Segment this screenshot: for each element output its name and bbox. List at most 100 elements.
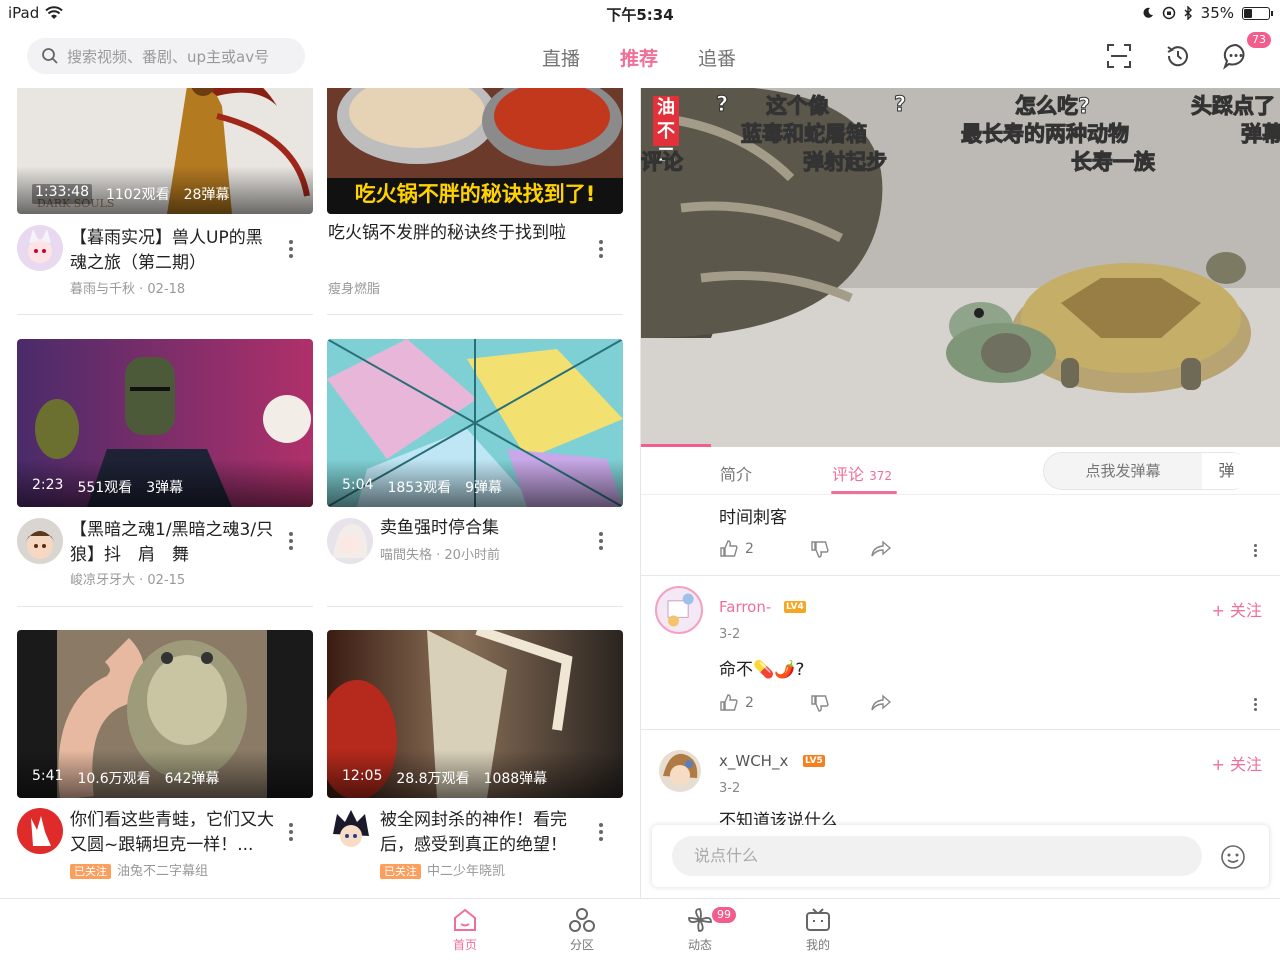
video-thumbnail[interactable]: 5:41 10.6万观看 642弹幕 [17, 630, 313, 798]
tab-live[interactable]: 直播 [542, 44, 580, 71]
video-author[interactable]: 瘦身燃脂 [328, 278, 380, 297]
video-title[interactable]: 被全网封杀的神作！看完后，感受到真正的绝望！ [380, 808, 590, 858]
video-title[interactable]: 【黑暗之魂1/黑暗之魂3/只狼】抖 肩 舞 [70, 518, 275, 568]
emoji-icon[interactable] [1220, 844, 1246, 870]
recommend-feed[interactable]: DARK SOULS 1:33:48 1102观看 28弹幕 【暮雨实况】兽人UP的… [0, 88, 640, 898]
video-thumbnail[interactable]: 2:23 551观看 3弹幕 [17, 339, 313, 507]
video-author[interactable]: 喵間失格 · 20小时前 [380, 544, 500, 563]
comment-date: 3-2 [719, 627, 741, 642]
share-icon[interactable] [870, 539, 892, 559]
tab-comments[interactable]: 评论 372 [832, 461, 892, 485]
dynamic-badge: 99 [712, 907, 736, 923]
video-player[interactable]: 油不二 ? 这个像 ? 蓝毒和蛇屠箱 弹射起步 怎么吃? 最长寿的两种动物 长寿… [641, 88, 1280, 447]
dislike-icon[interactable] [810, 539, 830, 559]
follow-button[interactable]: + 关注 [1212, 597, 1263, 621]
more-options-icon[interactable] [289, 532, 293, 550]
divider [641, 575, 1280, 576]
follow-button[interactable]: + 关注 [1212, 751, 1263, 775]
danmaku-comment: 弹射起步 [803, 150, 888, 175]
danmaku-comment: 评论 [641, 150, 684, 175]
video-author[interactable]: 峻凉牙牙大 · 02-15 [70, 569, 185, 588]
commenter-avatar[interactable] [655, 586, 703, 634]
comment-more-icon[interactable] [1254, 698, 1258, 713]
video-title[interactable]: 吃火锅不发胖的秘诀终于找到啦 [328, 221, 588, 246]
nav-category[interactable]: 分区 [552, 907, 612, 953]
battery-icon [1242, 6, 1273, 20]
comment-count: 372 [869, 469, 893, 483]
send-danmaku-input[interactable]: 点我发弹幕 [1044, 453, 1202, 489]
bottom-navigation: 首页 分区 动态 99 我的 [0, 898, 1280, 960]
video-thumbnail[interactable]: 吃火锅不胖的秘诀找到了! [327, 88, 623, 214]
like-icon[interactable] [719, 693, 739, 713]
followed-badge: 已关注 [70, 864, 111, 879]
commenter-name[interactable]: x_WCH_x [719, 752, 788, 770]
comment-actions: 2 [719, 539, 892, 559]
video-title[interactable]: 你们看这些青蛙，它们又大又圆~跟辆坦克一样！... [70, 808, 280, 858]
video-author[interactable]: 中二少年晓凯 [427, 864, 505, 879]
message-icon[interactable] [1222, 42, 1250, 70]
level-badge: LV5 [803, 755, 825, 767]
followed-badge: 已关注 [380, 864, 421, 879]
danmaku-comment: ? [893, 92, 907, 117]
like-count: 2 [745, 541, 754, 557]
comment-text: 时间刺客 [719, 508, 787, 528]
nav-mine[interactable]: 我的 [788, 907, 848, 953]
avatar[interactable] [327, 518, 373, 564]
tab-intro[interactable]: 简介 [720, 461, 752, 485]
status-bar: iPad 下午5:34 35% [0, 0, 1280, 26]
more-options-icon[interactable] [599, 823, 603, 841]
dynamic-icon [688, 908, 712, 932]
share-icon[interactable] [870, 693, 892, 713]
danmaku-comment: 怎么吃? [1014, 94, 1091, 119]
search-placeholder: 搜索视频、番剧、up主或av号 [67, 47, 270, 66]
danmaku-count: 1088弹幕 [483, 771, 548, 787]
avatar[interactable] [327, 808, 373, 854]
channel-logo: 油不二 [653, 96, 679, 166]
divider [17, 606, 313, 607]
video-thumbnail[interactable]: 5:04 1853观看 9弹幕 [327, 339, 623, 507]
divider [327, 314, 623, 315]
comment-actions: 2 [719, 693, 892, 713]
comment-more-icon[interactable] [1254, 544, 1258, 559]
scan-icon[interactable] [1105, 42, 1133, 70]
video-thumbnail[interactable]: DARK SOULS 1:33:48 1102观看 28弹幕 [17, 88, 313, 214]
video-author-row: 已关注 中二少年晓凯 [380, 860, 505, 879]
avatar[interactable] [17, 518, 63, 564]
level-badge: LV4 [784, 601, 806, 613]
avatar[interactable] [17, 808, 63, 854]
video-author[interactable]: 暮雨与千秋 · 02-18 [70, 278, 185, 297]
video-author[interactable]: 油兔不二字幕组 [117, 864, 208, 879]
more-options-icon[interactable] [289, 823, 293, 841]
commenter-avatar[interactable] [659, 750, 701, 792]
like-count: 2 [745, 695, 754, 711]
video-title[interactable]: 卖鱼强时停合集 [380, 516, 590, 541]
username: x_WCH_x [719, 752, 789, 770]
tab-comments-label: 评论 [832, 465, 865, 484]
danmaku-comment: 蓝毒和蛇屠箱 [741, 122, 868, 147]
avatar[interactable] [17, 225, 63, 271]
video-thumbnail[interactable]: 12:05 28.8万观看 1088弹幕 [327, 630, 623, 798]
commenter-name[interactable]: Farron- [719, 598, 771, 616]
nav-home[interactable]: 首页 [435, 907, 495, 953]
nav-label: 动态 [687, 938, 712, 952]
more-options-icon[interactable] [289, 240, 293, 258]
view-count: 28.8万观看 [396, 771, 470, 787]
tab-bangumi[interactable]: 追番 [698, 44, 736, 71]
more-options-icon[interactable] [599, 532, 603, 550]
like-icon[interactable] [719, 539, 739, 559]
nav-label: 首页 [452, 938, 477, 952]
reply-input[interactable]: 说点什么 [672, 836, 1202, 876]
view-count: 1853观看 [387, 480, 452, 496]
view-count: 10.6万观看 [77, 771, 151, 787]
search-input[interactable]: 搜索视频、番剧、up主或av号 [27, 38, 305, 74]
danmaku-count: 28弹幕 [183, 187, 230, 203]
dislike-icon[interactable] [810, 693, 830, 713]
more-options-icon[interactable] [599, 240, 603, 258]
history-icon[interactable] [1164, 42, 1192, 70]
danmaku-comment: ? [715, 92, 729, 117]
view-count: 551观看 [77, 480, 133, 496]
comment-text: 命不💊🌶️? [719, 660, 805, 680]
tab-recommend[interactable]: 推荐 [620, 44, 658, 71]
video-title[interactable]: 【暮雨实况】兽人UP的黑魂之旅（第二期） [70, 226, 275, 276]
danmaku-toggle-button[interactable]: 弹 [1202, 453, 1251, 489]
